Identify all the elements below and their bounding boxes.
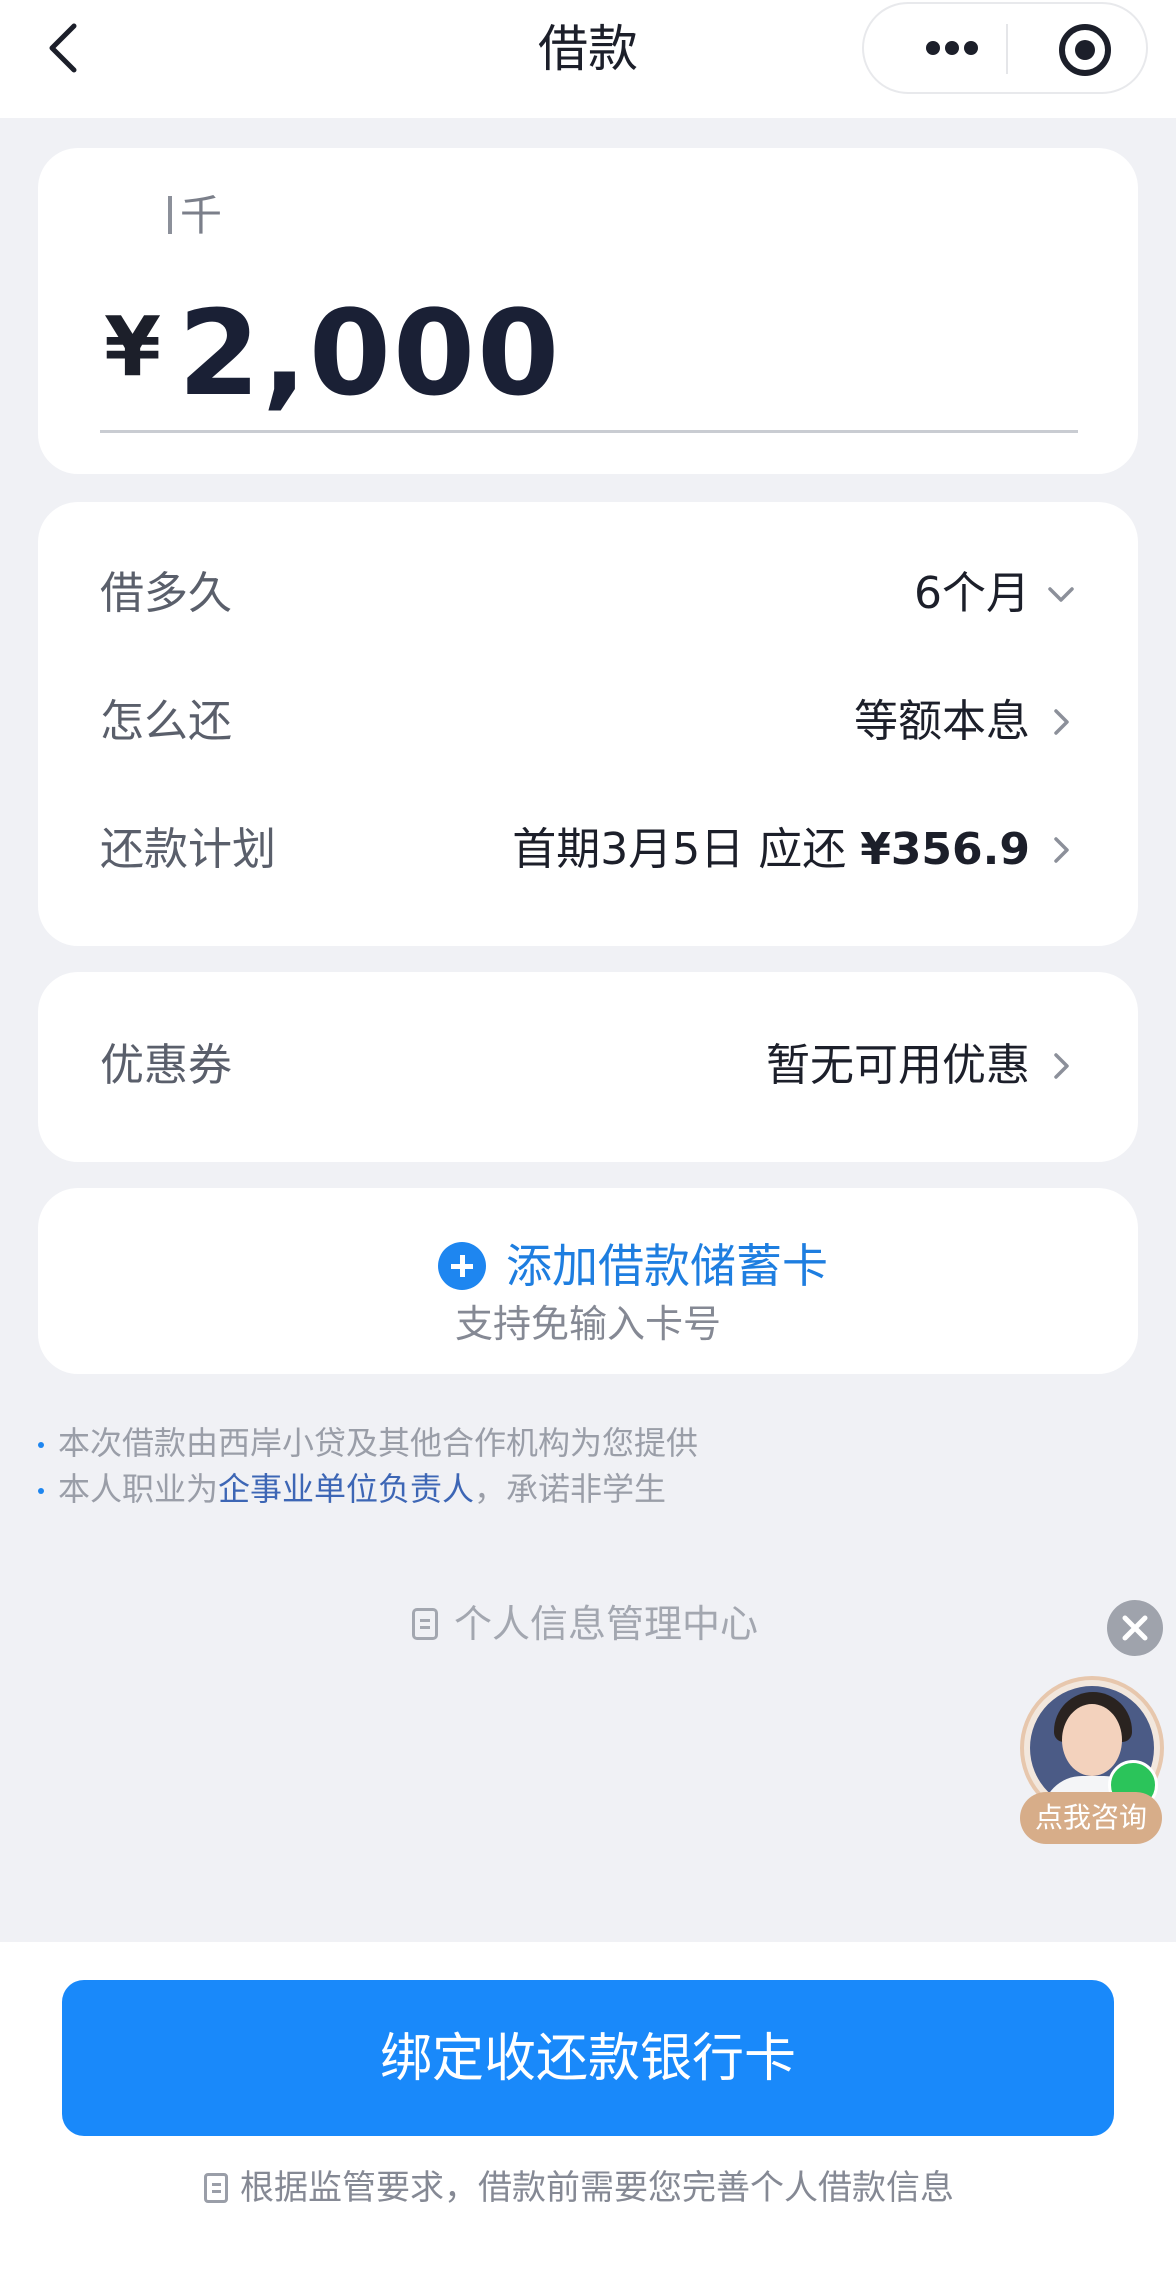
capsule-divider bbox=[1006, 24, 1008, 74]
term-label: 借多久 bbox=[100, 568, 232, 619]
plus-circle-icon bbox=[438, 1242, 486, 1290]
bullet-dot bbox=[38, 1488, 44, 1494]
term-select[interactable]: 6个月 bbox=[914, 564, 1030, 624]
bullet-dot bbox=[38, 1442, 44, 1448]
info-center-link[interactable]: 个人信息管理中心 bbox=[412, 1598, 758, 1650]
chevron-down-icon bbox=[1048, 587, 1074, 602]
occupation-link[interactable]: 企事业单位负责人 bbox=[218, 1470, 474, 1508]
repay-plan-first-due: 首期3月5日 应还 bbox=[512, 824, 847, 875]
close-icon bbox=[1122, 1615, 1148, 1641]
repay-method-label: 怎么还 bbox=[100, 696, 232, 747]
currency-symbol: ¥ bbox=[104, 300, 162, 395]
close-miniprogram-button[interactable] bbox=[1034, 4, 1134, 92]
add-debit-card-label: 添加借款储蓄卡 bbox=[506, 1239, 828, 1293]
loan-details-card: 借多久 6个月 怎么还 等额本息 还款计划 首期3月5日 应还 ¥356.9 bbox=[38, 502, 1138, 946]
chevron-right-icon bbox=[1054, 709, 1069, 735]
consult-button[interactable]: 点我咨询 bbox=[1020, 1792, 1162, 1844]
chevron-right-icon bbox=[1054, 1053, 1069, 1079]
footer: 绑定收还款银行卡 根据监管要求，借款前需要您完善个人借款信息 bbox=[0, 1942, 1176, 2278]
repay-plan-value[interactable]: 首期3月5日 应还 ¥356.9 bbox=[512, 820, 1030, 880]
add-debit-card-sub: 支持免输入卡号 bbox=[454, 1302, 721, 1346]
repay-plan-label: 还款计划 bbox=[100, 824, 276, 875]
repay-plan-amount: ¥356.9 bbox=[860, 824, 1030, 875]
document-icon bbox=[204, 2173, 228, 2203]
chevron-right-icon bbox=[1054, 837, 1069, 863]
amount-underline bbox=[100, 430, 1078, 433]
bind-bank-card-button[interactable]: 绑定收还款银行卡 bbox=[62, 1980, 1114, 2136]
coupon-value: 暂无可用优惠 bbox=[766, 1040, 1030, 1091]
top-navigation-bar: 借款 bbox=[0, 0, 1176, 118]
amount-card: 千 ¥ 2,000 bbox=[38, 148, 1138, 474]
lender-note: 本次借款由西岸小贷及其他合作机构为您提供 bbox=[38, 1420, 698, 1466]
text-cursor bbox=[168, 196, 172, 234]
repay-method-value[interactable]: 等额本息 bbox=[854, 692, 1030, 752]
close-consult-button[interactable] bbox=[1107, 1600, 1163, 1656]
document-icon bbox=[412, 1608, 438, 1640]
more-button[interactable] bbox=[884, 4, 1004, 92]
info-center-label: 个人信息管理中心 bbox=[454, 1602, 759, 1646]
occupation-note: 本人职业为企事业单位负责人，承诺非学生 bbox=[38, 1466, 666, 1512]
footer-note: 根据监管要求，借款前需要您完善个人借款信息 bbox=[204, 2164, 954, 2212]
mini-program-capsule bbox=[862, 2, 1148, 94]
coupon-label: 优惠券 bbox=[100, 1040, 232, 1091]
coupon-card[interactable]: 优惠券 暂无可用优惠 bbox=[38, 972, 1138, 1162]
more-dots-icon bbox=[926, 41, 940, 55]
add-debit-card-button[interactable]: 添加借款储蓄卡 bbox=[438, 1236, 828, 1296]
loan-amount-input[interactable]: 2,000 bbox=[178, 288, 561, 418]
amount-unit-hint: 千 bbox=[168, 188, 222, 244]
add-debit-card[interactable]: 添加借款储蓄卡 支持免输入卡号 bbox=[38, 1188, 1138, 1374]
